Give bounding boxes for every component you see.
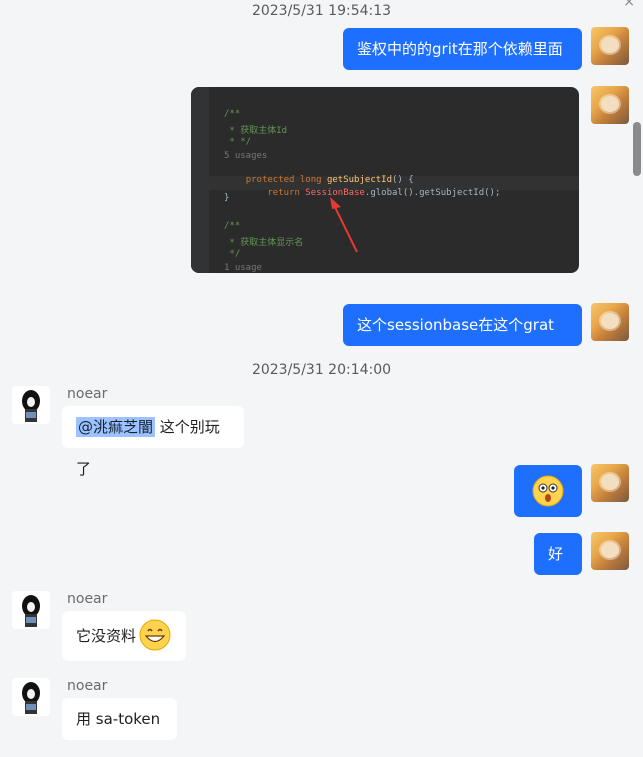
message-text: 鉴权中的的grit在那个依赖里面 [357,40,563,58]
surprised-face-emoji-icon [532,475,564,507]
message-bubble-me[interactable] [514,465,582,517]
message-bubble-me[interactable]: 这个sessionbase在这个grat包 [343,304,582,376]
message-text: 它没资料 [76,627,137,645]
mention-tag[interactable]: @洮痲芝闇 [76,417,156,437]
noear-avatar[interactable] [12,386,50,424]
avatar-figure-icon [12,678,50,716]
message-bubble-other[interactable]: 用 sa-token [62,698,177,740]
my-avatar[interactable] [591,86,629,124]
timestamp: 2023/5/31 20:14:00 [251,362,392,378]
message-bubble-other[interactable]: 它没资料 [62,611,186,661]
noear-avatar[interactable] [12,591,50,629]
message-text: 用 sa-token [76,710,161,728]
my-avatar[interactable] [591,303,629,341]
sender-name: noear [67,591,108,607]
my-avatar[interactable] [591,464,629,502]
message-text: 好 [548,545,564,563]
message-bubble-me[interactable]: 好 [534,533,582,575]
sender-name: noear [67,386,108,402]
avatar-figure-icon [12,591,50,629]
sender-name: noear [67,678,108,694]
code-screenshot-image[interactable]: /** * 获取主体Id * */ 5 usages protected lon… [191,87,579,273]
my-avatar[interactable] [591,532,629,570]
message-bubble-me[interactable]: 鉴权中的的grit在那个依赖里面 [343,28,582,70]
message-bubble-other[interactable]: @洮痲芝闇 这个别玩了 [62,406,244,478]
my-avatar[interactable] [591,27,629,65]
noear-avatar[interactable] [12,678,50,716]
avatar-figure-icon [12,386,50,424]
red-arrow-annotation [330,197,358,253]
grinning-face-emoji-icon [139,619,171,651]
timestamp: 2023/5/31 19:54:13 [251,3,392,19]
scrollbar-thumb[interactable] [633,122,641,176]
